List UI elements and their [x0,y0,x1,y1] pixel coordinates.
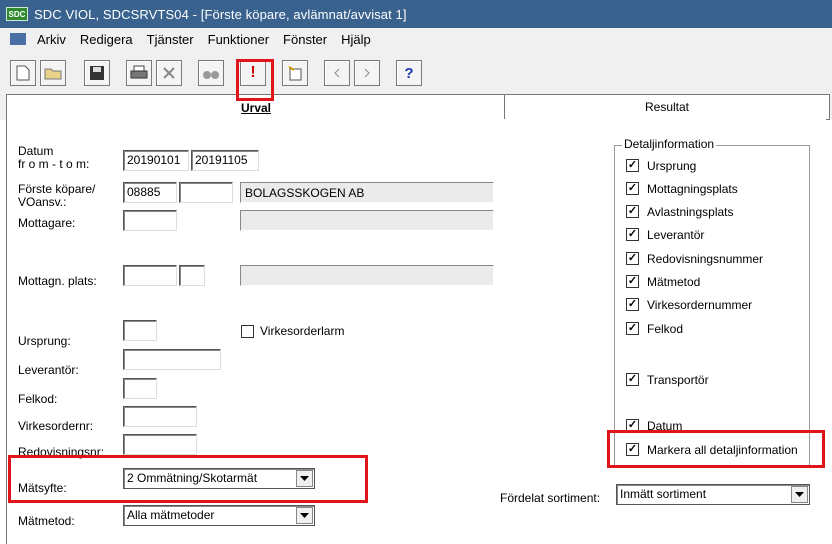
new-document-button[interactable] [10,60,36,86]
redovisningsnr-field[interactable] [123,434,197,455]
felkod-label: Felkod: [18,392,58,406]
menu-redigera[interactable]: Redigera [73,32,140,47]
datum-to-field[interactable]: 20191105 [191,150,259,171]
menu-bar: Arkiv Redigera Tjänster Funktioner Fönst… [0,28,832,50]
mottagningsplats-checkbox-label: Mottagningsplats [647,182,738,196]
binoculars-icon [203,71,219,79]
mottagare-label: Mottagare: [18,216,76,230]
save-button[interactable] [84,60,110,86]
virkesordernr-field[interactable] [123,406,197,427]
previous-button[interactable] [324,60,350,86]
highlight-markera-all [607,430,825,468]
felkod-checkbox[interactable]: ✓ [626,322,639,335]
print-button[interactable] [126,60,152,86]
leverantor-field[interactable] [123,349,221,370]
leverantor-label: Leverantör: [18,363,79,377]
title-bar: SDC SDC VIOL, SDCSRVTS04 - [Förste köpar… [0,0,832,28]
redovisningsnummer-checkbox[interactable]: ✓ [626,252,639,265]
avlastningsplats-checkbox-label: Avlastningsplats [647,205,734,219]
matmetod-label: Mätmetod: [18,514,75,528]
transportor-checkbox-label: Transportör [647,373,709,387]
fordelat-value: Inmätt sortiment [620,487,707,501]
redovisningsnummer-checkbox-label: Redovisningsnummer [647,252,764,266]
ursprung-field[interactable] [123,320,157,341]
virkesordernr-label: Virkesordernr: [18,419,94,433]
matmetod-checkbox[interactable]: ✓ [626,275,639,288]
leverantor-checkbox-label: Leverantör [647,228,705,242]
matmetod-select[interactable]: Alla mätmetoder [123,505,315,526]
arrow-right-icon [364,68,370,78]
menu-fonster[interactable]: Fönster [276,32,334,47]
mottagningsplats-checkbox[interactable]: ✓ [626,182,639,195]
delete-button[interactable] [156,60,182,86]
open-folder-icon [44,68,62,80]
highlight-matsyfte [8,455,368,503]
open-button[interactable] [40,60,66,86]
virkesordernummer-checkbox[interactable]: ✓ [626,298,639,311]
highlight-execute-button [236,59,274,101]
delete-icon [163,67,175,79]
new-document-icon [16,65,30,81]
kopare-code-field[interactable]: 08885 [123,182,177,203]
matmetod-checkbox-label: Mätmetod [647,275,701,289]
fordelat-select[interactable]: Inmätt sortiment [616,484,810,505]
leverantor-checkbox[interactable]: ✓ [626,228,639,241]
chevron-down-icon[interactable] [791,486,808,503]
mottagare-field[interactable] [123,210,177,231]
menu-funktioner[interactable]: Funktioner [201,32,276,47]
export-button[interactable] [282,60,308,86]
find-button[interactable] [198,60,224,86]
ursprung-checkbox-label: Ursprung [647,159,697,173]
menu-hjalp[interactable]: Hjälp [334,32,378,47]
felkod-checkbox-label: Felkod [647,322,684,336]
virkesordernummer-checkbox-label: Virkesordernummer [647,298,753,312]
ursprung-checkbox[interactable]: ✓ [626,159,639,172]
ursprung-label: Ursprung: [18,334,71,348]
chevron-down-icon[interactable] [296,507,313,524]
avlastningsplats-checkbox[interactable]: ✓ [626,205,639,218]
voansv-label: VOansv.: [18,195,67,209]
menu-tjanster[interactable]: Tjänster [140,32,201,47]
mottagn-plats-label: Mottagn. plats: [18,274,97,288]
detaljinformation-title: Detaljinformation [622,137,717,151]
arrow-left-icon [334,68,340,78]
datum-range-label: fr o m - t o m: [18,157,90,171]
mottagn-plats-sub-field[interactable] [179,265,205,286]
window-title: SDC VIOL, SDCSRVTS04 - [Förste köpare, a… [34,6,407,22]
transportor-checkbox[interactable]: ✓ [626,373,639,386]
menu-arkiv[interactable]: Arkiv [30,32,73,47]
mottagare-name-display [240,210,494,231]
virkesorderlarm-checkbox[interactable] [241,325,254,338]
datum-from-field[interactable]: 20190101 [123,150,189,171]
document-export-icon [288,66,302,81]
mottagn-plats-field[interactable] [123,265,177,286]
matmetod-value: Alla mätmetoder [127,508,215,522]
toolbar: ! ? [0,50,832,94]
app-logo-icon: SDC [6,7,28,21]
question-icon: ? [404,64,414,82]
voansv-field[interactable] [179,182,233,203]
felkod-field[interactable] [123,378,157,399]
kopare-name-display: BOLAGSSKOGEN AB [240,182,494,203]
help-button[interactable]: ? [396,60,422,86]
tab-resultat[interactable]: Resultat [504,94,830,120]
next-button[interactable] [354,60,380,86]
mottagn-plats-name-display [240,265,494,286]
save-icon [90,66,104,80]
fordelat-label: Fördelat sortiment: [500,491,601,505]
system-menu-icon[interactable] [10,33,26,45]
print-icon [130,65,148,79]
virkesorderlarm-label: Virkesorderlarm [260,324,345,338]
tab-bar: Urval Resultat [0,94,832,120]
